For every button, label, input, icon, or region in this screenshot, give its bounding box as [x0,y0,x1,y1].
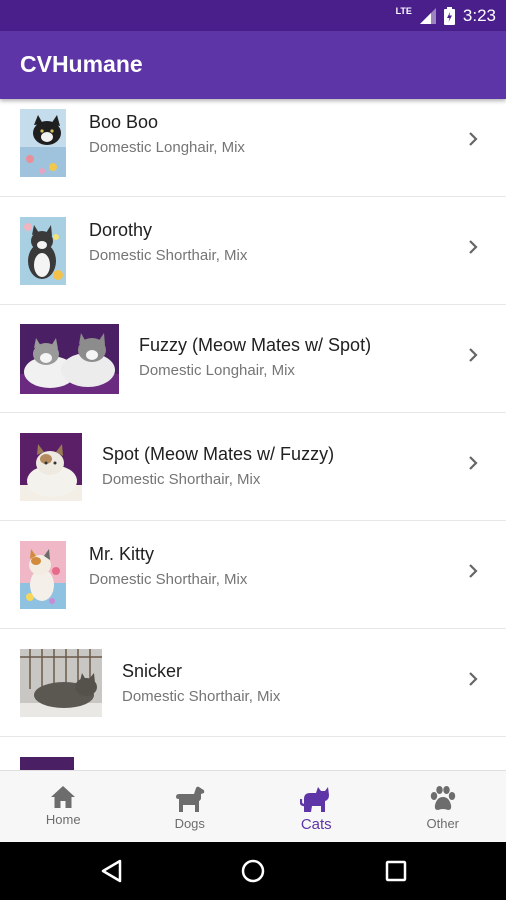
signal-icon [419,7,436,24]
home-icon [51,786,76,808]
pet-photo [20,541,66,609]
pet-breed: Domestic Shorthair, Mix [122,688,281,705]
nav-home-label: Home [45,812,81,827]
chevron-right-icon [469,672,478,686]
pet-name: Dorothy [89,220,153,240]
recents-icon[interactable] [385,860,407,882]
nav-dogs[interactable]: Dogs [127,771,254,842]
app-bar: CVHumane [0,31,506,99]
pet-photo [20,649,102,717]
pet-name: Fuzzy (Meow Mates w/ Spot) [139,335,372,355]
network-type: LTE [395,5,412,16]
chevron-right-icon [469,456,478,470]
chevron-right-icon [469,240,478,254]
pet-name: Snicker [122,661,183,681]
pet-breed: Domestic Longhair, Mix [139,362,295,379]
pet-breed: Domestic Shorthair, Mix [89,571,248,588]
home-circle-icon[interactable] [241,859,265,883]
nav-cats[interactable]: Cats [253,771,380,842]
list-item[interactable]: Spot (Meow Mates w/ Fuzzy) Domestic Shor… [0,413,506,521]
chevron-right-icon [469,564,478,578]
pet-breed: Domestic Longhair, Mix [89,139,245,156]
list-item[interactable]: Boo Boo Domestic Longhair, Mix [0,99,506,197]
list-item[interactable]: Snicker Domestic Shorthair, Mix [0,629,506,737]
status-time: 3:23 [462,5,496,25]
nav-other-label: Other [426,816,459,831]
dog-icon [175,786,204,812]
pet-breed: Domestic Shorthair, Mix [89,247,248,264]
pet-breed: Domestic Shorthair, Mix [102,471,261,488]
system-navigation-bar [0,842,506,900]
status-bar: LTE 3:23 [0,0,506,31]
chevron-right-icon [469,348,478,362]
pet-list[interactable]: Boo Boo Domestic Longhair, Mix Dorothy D… [0,99,506,770]
pet-photo [20,217,66,285]
pet-name: Boo Boo [89,112,159,132]
pet-photo [20,109,66,177]
list-item[interactable]: Mr. Kitty Domestic Shorthair, Mix [0,521,506,629]
bottom-navigation: Home Dogs Cats Other [0,770,506,842]
pet-photo [20,757,74,770]
battery-icon [443,6,455,25]
chevron-right-icon [469,132,478,146]
pet-photo [20,433,82,501]
pet-name: Spot (Meow Mates w/ Fuzzy) [102,444,335,464]
list-item[interactable]: Fuzzy (Meow Mates w/ Spot) Domestic Long… [0,305,506,413]
nav-cats-label: Cats [300,816,332,833]
nav-dogs-label: Dogs [174,816,205,831]
nav-other[interactable]: Other [380,771,506,842]
pet-name: Mr. Kitty [89,544,155,564]
app-title: CVHumane [20,51,143,77]
cat-icon [300,787,330,812]
pet-photo [20,324,119,394]
back-icon[interactable] [100,859,124,883]
nav-home[interactable]: Home [0,771,127,842]
paw-icon [430,786,455,810]
list-item[interactable] [0,737,506,770]
list-item[interactable]: Dorothy Domestic Shorthair, Mix [0,197,506,305]
